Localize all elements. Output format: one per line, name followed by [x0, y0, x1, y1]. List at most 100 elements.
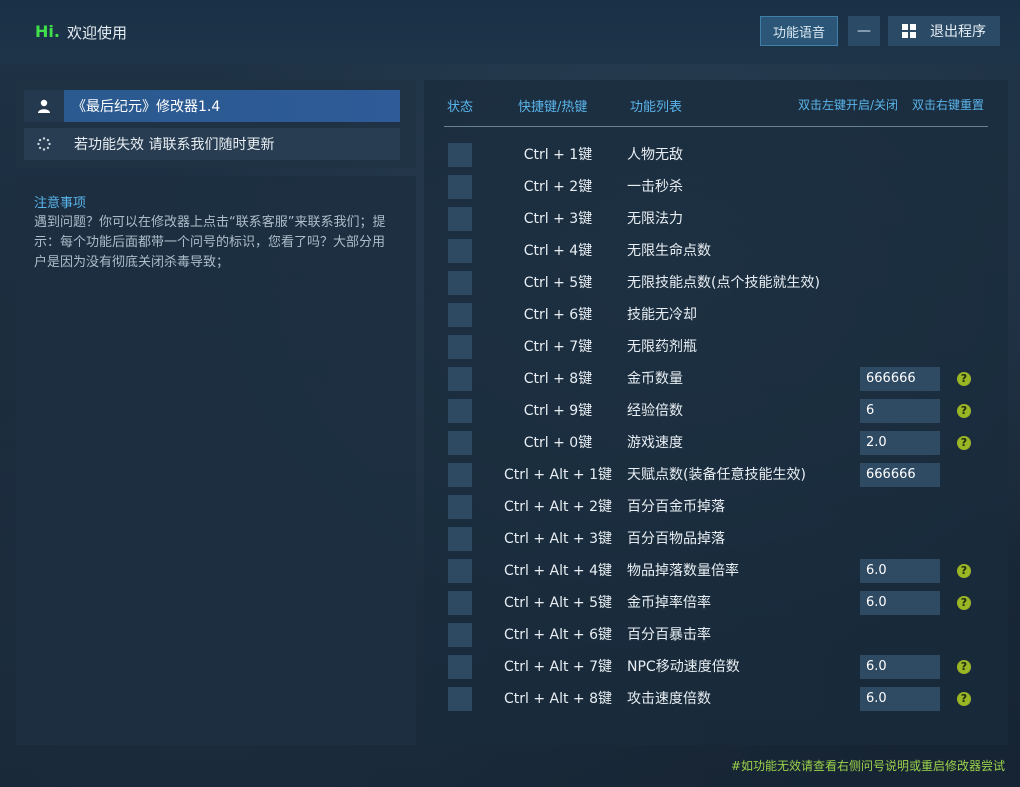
status-checkbox[interactable] [448, 623, 472, 647]
value-input[interactable]: 6.0 [860, 655, 940, 679]
hotkey-label: Ctrl + Alt + 2键 [503, 499, 613, 515]
status-checkbox[interactable] [448, 271, 472, 295]
status-checkbox[interactable] [448, 143, 472, 167]
feature-row[interactable]: Ctrl + 7键 无限药剂瓶 [448, 335, 1008, 359]
value-input[interactable]: 6.0 [860, 687, 940, 711]
exit-button-label: 退出程序 [930, 24, 986, 40]
feature-row[interactable]: Ctrl + 1键 人物无敌 [448, 143, 1008, 167]
feature-name: 金币数量 [627, 371, 683, 387]
status-checkbox[interactable] [448, 367, 472, 391]
status-checkbox[interactable] [448, 175, 472, 199]
help-icon[interactable]: ? [957, 372, 971, 386]
hint-double-right: 双击右键重置 [912, 98, 985, 112]
feature-row[interactable]: Ctrl + Alt + 8键 攻击速度倍数 6.0? [448, 687, 1008, 711]
feature-row[interactable]: Ctrl + 3键 无限法力 [448, 207, 1008, 231]
status-checkbox[interactable] [448, 591, 472, 615]
game-title: 《最后纪元》修改器1.4 [64, 90, 400, 122]
help-icon[interactable]: ? [957, 436, 971, 450]
help-icon[interactable]: ? [957, 692, 971, 706]
hotkey-label: Ctrl + 5键 [523, 275, 593, 291]
hotkey-label: Ctrl + 4键 [523, 243, 593, 259]
status-checkbox[interactable] [448, 527, 472, 551]
help-icon[interactable]: ? [957, 660, 971, 674]
help-icon[interactable]: ? [957, 404, 971, 418]
feature-name: 人物无敌 [627, 147, 683, 163]
hotkey-label: Ctrl + 9键 [523, 403, 593, 419]
hotkey-label: Ctrl + 6键 [523, 307, 593, 323]
status-checkbox[interactable] [448, 399, 472, 423]
hint-double-left: 双击左键开启/关闭 [798, 98, 899, 112]
header-divider [444, 126, 988, 127]
update-notice-row[interactable]: 若功能失效 请联系我们随时更新 [24, 128, 400, 160]
value-input[interactable]: 666666 [860, 367, 940, 391]
footer-hint: #如功能无效请查看右侧问号说明或重启修改器尝试 [730, 759, 1005, 773]
hotkey-label: Ctrl + Alt + 3键 [503, 531, 613, 547]
title-bar: Hi. 欢迎使用 功能语音 — 退出程序 [0, 0, 1020, 64]
feature-row[interactable]: Ctrl + 4键 无限生命点数 [448, 239, 1008, 263]
hotkey-label: Ctrl + Alt + 6键 [503, 627, 613, 643]
status-checkbox[interactable] [448, 431, 472, 455]
feature-name: 无限生命点数 [627, 243, 711, 259]
notes-body: 遇到问题？你可以在修改器上点击“联系客服”来联系我们；提示：每个功能后面都带一个… [34, 215, 386, 270]
feature-name: 技能无冷却 [627, 307, 697, 323]
help-icon[interactable]: ? [957, 596, 971, 610]
windows-icon [902, 24, 916, 38]
exit-button[interactable]: 退出程序 [888, 16, 1000, 46]
minimize-button[interactable]: — [848, 16, 880, 46]
feature-name: 游戏速度 [627, 435, 683, 451]
value-input[interactable]: 6.0 [860, 591, 940, 615]
status-checkbox[interactable] [448, 655, 472, 679]
feature-row[interactable]: Ctrl + Alt + 5键 金币掉率倍率 6.0? [448, 591, 1008, 615]
hotkey-label: Ctrl + 0键 [523, 435, 593, 451]
feature-row[interactable]: Ctrl + 0键 游戏速度 2.0? [448, 431, 1008, 455]
user-icon [24, 90, 64, 122]
hotkey-label: Ctrl + Alt + 4键 [503, 563, 613, 579]
status-checkbox[interactable] [448, 687, 472, 711]
feature-name: 百分百暴击率 [627, 627, 711, 643]
feature-name: 百分百金币掉落 [627, 499, 725, 515]
hotkey-label: Ctrl + 3键 [523, 211, 593, 227]
status-checkbox[interactable] [448, 239, 472, 263]
feature-row[interactable]: Ctrl + 2键 一击秒杀 [448, 175, 1008, 199]
notes-title: 注意事项 [34, 196, 87, 211]
status-checkbox[interactable] [448, 495, 472, 519]
status-checkbox[interactable] [448, 303, 472, 327]
status-checkbox[interactable] [448, 207, 472, 231]
feature-name: 百分百物品掉落 [627, 531, 725, 547]
feature-row[interactable]: Ctrl + Alt + 3键 百分百物品掉落 [448, 527, 1008, 551]
feature-row[interactable]: Ctrl + Alt + 7键 NPC移动速度倍数 6.0? [448, 655, 1008, 679]
column-header-status: 状态 [447, 100, 474, 115]
value-input[interactable]: 6 [860, 399, 940, 423]
feature-row[interactable]: Ctrl + 5键 无限技能点数(点个技能就生效) [448, 271, 1008, 295]
game-title-row[interactable]: 《最后纪元》修改器1.4 [24, 90, 400, 122]
hotkey-label: Ctrl + 2键 [523, 179, 593, 195]
feature-row[interactable]: Ctrl + 6键 技能无冷却 [448, 303, 1008, 327]
welcome-text: 欢迎使用 [67, 24, 128, 42]
feature-row[interactable]: Ctrl + Alt + 4键 物品掉落数量倍率 6.0? [448, 559, 1008, 583]
feature-name: 攻击速度倍数 [627, 691, 711, 707]
help-icon[interactable]: ? [957, 564, 971, 578]
feature-row[interactable]: Ctrl + Alt + 6键 百分百暴击率 [448, 623, 1008, 647]
hotkey-label: Ctrl + Alt + 1键 [503, 467, 613, 483]
voice-button[interactable]: 功能语音 [760, 16, 838, 46]
feature-name: 一击秒杀 [627, 179, 683, 195]
status-checkbox[interactable] [448, 559, 472, 583]
feature-name: 物品掉落数量倍率 [627, 563, 739, 579]
feature-name: 无限法力 [627, 211, 683, 227]
status-checkbox[interactable] [448, 335, 472, 359]
value-input[interactable]: 2.0 [860, 431, 940, 455]
feature-row[interactable]: Ctrl + Alt + 1键 天赋点数(装备任意技能生效) 666666 [448, 463, 1008, 487]
status-checkbox[interactable] [448, 463, 472, 487]
feature-row[interactable]: Ctrl + Alt + 2键 百分百金币掉落 [448, 495, 1008, 519]
hotkey-label: Ctrl + 8键 [523, 371, 593, 387]
feature-name: 天赋点数(装备任意技能生效) [627, 467, 806, 483]
feature-name: NPC移动速度倍数 [627, 659, 740, 675]
app-logo: Hi. [35, 22, 60, 41]
feature-row[interactable]: Ctrl + 8键 金币数量 666666? [448, 367, 1008, 391]
feature-name: 经验倍数 [627, 403, 683, 419]
value-input[interactable]: 6.0 [860, 559, 940, 583]
feature-name: 金币掉率倍率 [627, 595, 711, 611]
value-input[interactable]: 666666 [860, 463, 940, 487]
feature-row[interactable]: Ctrl + 9键 经验倍数 6? [448, 399, 1008, 423]
hotkey-label: Ctrl + 7键 [523, 339, 593, 355]
